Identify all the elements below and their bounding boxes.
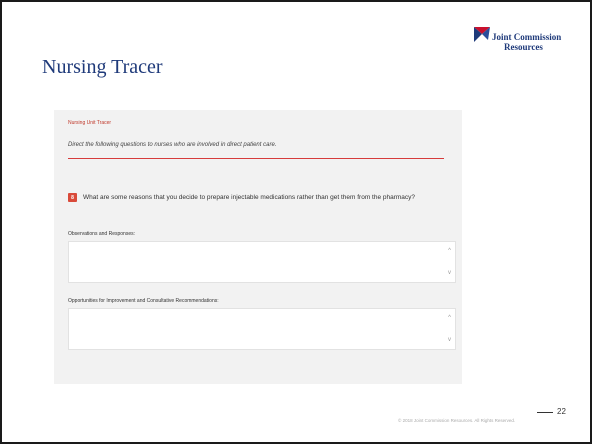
page-number: 22 [557, 407, 566, 416]
form-header: Nursing Unit Tracer [68, 120, 112, 126]
logo-line-2: Resources [504, 42, 543, 52]
copyright-text: © 2018 Joint Commission Resources. All R… [398, 418, 516, 423]
slide: Joint Commission Resources Nursing Trace… [0, 0, 592, 444]
scroll-up-icon[interactable]: ^ [448, 248, 451, 254]
opportunities-label: Opportunities for Improvement and Consul… [68, 298, 219, 304]
scroll-down-icon[interactable]: v [448, 270, 451, 276]
question-row: 8 What are some reasons that you decide … [68, 193, 415, 202]
logo: Joint Commission Resources [472, 24, 572, 64]
observations-textarea[interactable]: ^ v [68, 241, 456, 283]
logo-text: Joint Commission Resources [492, 32, 561, 52]
scroll-down-icon[interactable]: v [448, 337, 451, 343]
form-instruction: Direct the following questions to nurses… [68, 142, 277, 148]
question-number-badge: 8 [68, 193, 77, 202]
scroll-up-icon[interactable]: ^ [448, 315, 451, 321]
tracer-form-panel: Nursing Unit Tracer Direct the following… [54, 110, 462, 384]
opportunities-textarea[interactable]: ^ v [68, 308, 456, 350]
logo-line-1: Joint Commission [492, 32, 562, 42]
question-text: What are some reasons that you decide to… [83, 194, 416, 201]
slide-title: Nursing Tracer [42, 56, 163, 78]
joint-commission-logo-icon [474, 27, 490, 42]
observations-label: Observations and Responses: [68, 231, 135, 237]
page-number-rule [537, 412, 553, 413]
divider-line [68, 158, 444, 159]
